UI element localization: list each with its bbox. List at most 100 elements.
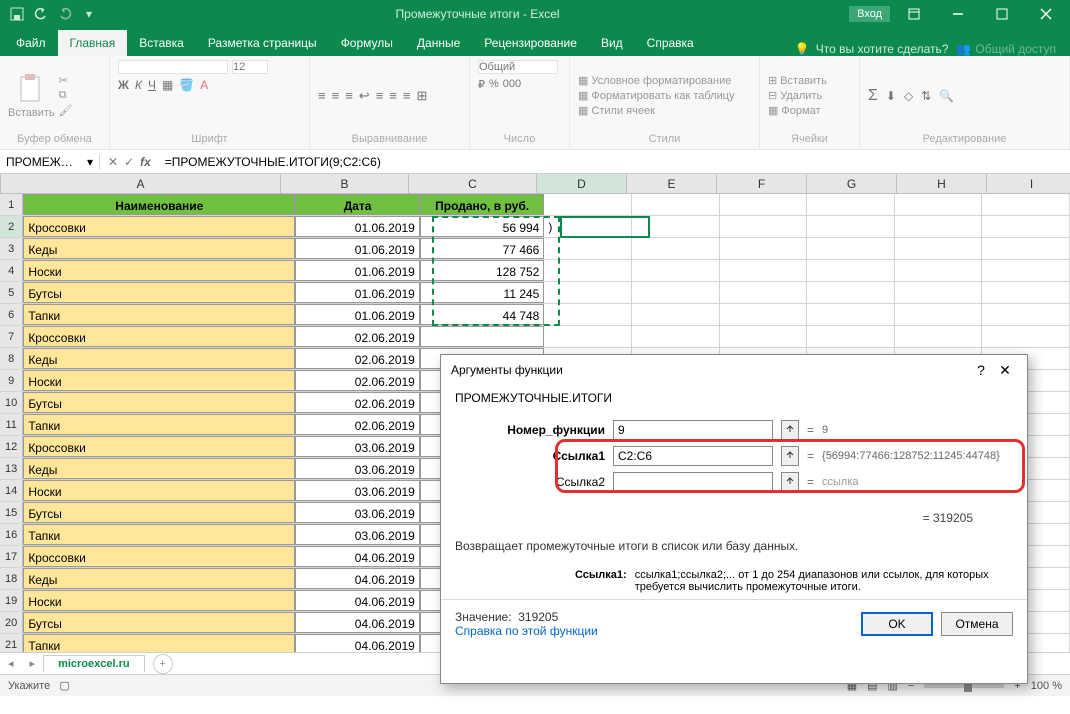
cell[interactable] — [720, 260, 808, 281]
italic-button[interactable]: К — [135, 78, 142, 92]
column-header[interactable]: D — [537, 174, 627, 193]
cell[interactable] — [720, 326, 808, 347]
cell[interactable]: Бутсы — [23, 612, 295, 633]
undo-icon[interactable] — [30, 3, 52, 25]
cell[interactable] — [982, 238, 1070, 259]
cell[interactable] — [632, 282, 720, 303]
font-name-select[interactable] — [118, 60, 228, 74]
cell[interactable] — [807, 194, 895, 215]
cell[interactable] — [544, 326, 632, 347]
cell[interactable] — [632, 216, 720, 237]
column-header[interactable]: I — [987, 174, 1070, 193]
align-center-icon[interactable]: ≡ — [389, 88, 397, 103]
row-header[interactable]: 1 — [0, 194, 23, 215]
macro-record-icon[interactable]: ▢ — [59, 680, 69, 692]
align-top-icon[interactable]: ≡ — [318, 88, 326, 103]
sheet-tab[interactable]: microexcel.ru — [43, 655, 145, 672]
cell[interactable]: Кроссовки — [23, 326, 295, 347]
column-header[interactable]: F — [717, 174, 807, 193]
format-painter-icon[interactable]: 🖌 — [59, 104, 73, 117]
cell[interactable] — [982, 260, 1070, 281]
row-header[interactable]: 6 — [0, 304, 23, 325]
column-header[interactable]: E — [627, 174, 717, 193]
tab-formulas[interactable]: Формулы — [329, 30, 405, 56]
border-button[interactable]: ▦ — [162, 78, 173, 92]
sort-filter-icon[interactable]: ⇅ — [921, 89, 931, 103]
tab-layout[interactable]: Разметка страницы — [196, 30, 329, 56]
cell[interactable]: Носки — [23, 370, 295, 391]
align-mid-icon[interactable]: ≡ — [332, 88, 340, 103]
cell[interactable]: 01.06.2019 — [295, 238, 420, 259]
cell[interactable]: 02.06.2019 — [295, 326, 420, 347]
arg3-input[interactable] — [613, 472, 773, 492]
cell[interactable] — [895, 282, 983, 303]
cell[interactable]: 03.06.2019 — [295, 458, 420, 479]
comma-icon[interactable]: 000 — [503, 78, 521, 91]
row-header[interactable]: 16 — [0, 524, 23, 545]
zoom-level[interactable]: 100 % — [1031, 680, 1062, 692]
row-header[interactable]: 2 — [0, 216, 23, 237]
cell[interactable]: 04.06.2019 — [295, 590, 420, 611]
cell[interactable]: Кеды — [23, 458, 295, 479]
paste-button[interactable]: Вставить — [8, 73, 55, 119]
tab-help[interactable]: Справка — [635, 30, 706, 56]
row-header[interactable]: 13 — [0, 458, 23, 479]
fill-color-button[interactable]: 🪣 — [179, 78, 194, 92]
enter-formula-icon[interactable]: ✓ — [124, 155, 134, 169]
cell[interactable]: 01.06.2019 — [295, 216, 420, 237]
function-help-link[interactable]: Справка по этой функции — [455, 624, 598, 638]
row-header[interactable]: 19 — [0, 590, 23, 611]
tab-home[interactable]: Главная — [58, 30, 128, 56]
cell[interactable]: 11 245 — [420, 282, 545, 303]
cell[interactable]: 02.06.2019 — [295, 392, 420, 413]
font-color-button[interactable]: А — [200, 78, 208, 92]
tell-me-search[interactable]: 💡Что вы хотите сделать? — [795, 42, 949, 56]
tab-data[interactable]: Данные — [405, 30, 472, 56]
dialog-help-icon[interactable]: ? — [969, 362, 993, 378]
cell[interactable] — [720, 304, 808, 325]
redo-icon[interactable] — [54, 3, 76, 25]
cell[interactable]: Носки — [23, 590, 295, 611]
cell[interactable] — [420, 326, 545, 347]
cell[interactable] — [807, 238, 895, 259]
sheet-nav-prev[interactable]: ◂ — [0, 657, 22, 670]
tab-insert[interactable]: Вставка — [127, 30, 196, 56]
row-header[interactable]: 8 — [0, 348, 23, 369]
merge-button[interactable]: ⊞ — [416, 88, 427, 104]
row-header[interactable]: 14 — [0, 480, 23, 501]
cancel-button[interactable]: Отмена — [941, 612, 1013, 636]
table-header[interactable]: Продано, в руб. — [420, 194, 545, 215]
cell[interactable]: 44 748 — [420, 304, 545, 325]
cell[interactable]: Кеды — [23, 348, 295, 369]
cell[interactable]: Кроссовки — [23, 216, 295, 237]
ribbon-options-icon[interactable] — [894, 0, 934, 28]
cell[interactable] — [720, 216, 808, 237]
insert-cells-button[interactable]: ⊞ Вставить — [768, 74, 827, 87]
cut-icon[interactable]: ✂ — [59, 74, 73, 87]
add-sheet-button[interactable]: + — [153, 654, 173, 674]
table-header[interactable]: Дата — [295, 194, 420, 215]
fx-icon[interactable]: fx — [140, 155, 151, 169]
align-right-icon[interactable]: ≡ — [403, 88, 411, 103]
format-cells-button[interactable]: ▦ Формат — [768, 104, 827, 117]
clear-icon[interactable]: ◇ — [904, 89, 913, 103]
cell[interactable]: 03.06.2019 — [295, 480, 420, 501]
number-format-select[interactable] — [478, 60, 558, 74]
cell[interactable] — [632, 238, 720, 259]
arg1-input[interactable] — [613, 420, 773, 440]
find-icon[interactable]: 🔍 — [939, 89, 954, 103]
cell[interactable] — [807, 216, 895, 237]
arg2-input[interactable] — [613, 446, 773, 466]
cell[interactable]: Тапки — [23, 634, 295, 652]
cell[interactable] — [632, 304, 720, 325]
cell[interactable]: 04.06.2019 — [295, 612, 420, 633]
cell[interactable]: Тапки — [23, 304, 295, 325]
cell[interactable] — [632, 194, 720, 215]
cell[interactable]: ) — [544, 216, 632, 237]
column-header[interactable]: B — [281, 174, 409, 193]
cell[interactable] — [982, 194, 1070, 215]
currency-icon[interactable]: ₽ — [478, 78, 485, 91]
cell[interactable] — [807, 304, 895, 325]
share-button[interactable]: 👥Общий доступ — [956, 42, 1056, 56]
formula-input[interactable]: =ПРОМЕЖУТОЧНЫЕ.ИТОГИ(9;C2:C6) — [159, 155, 1070, 169]
